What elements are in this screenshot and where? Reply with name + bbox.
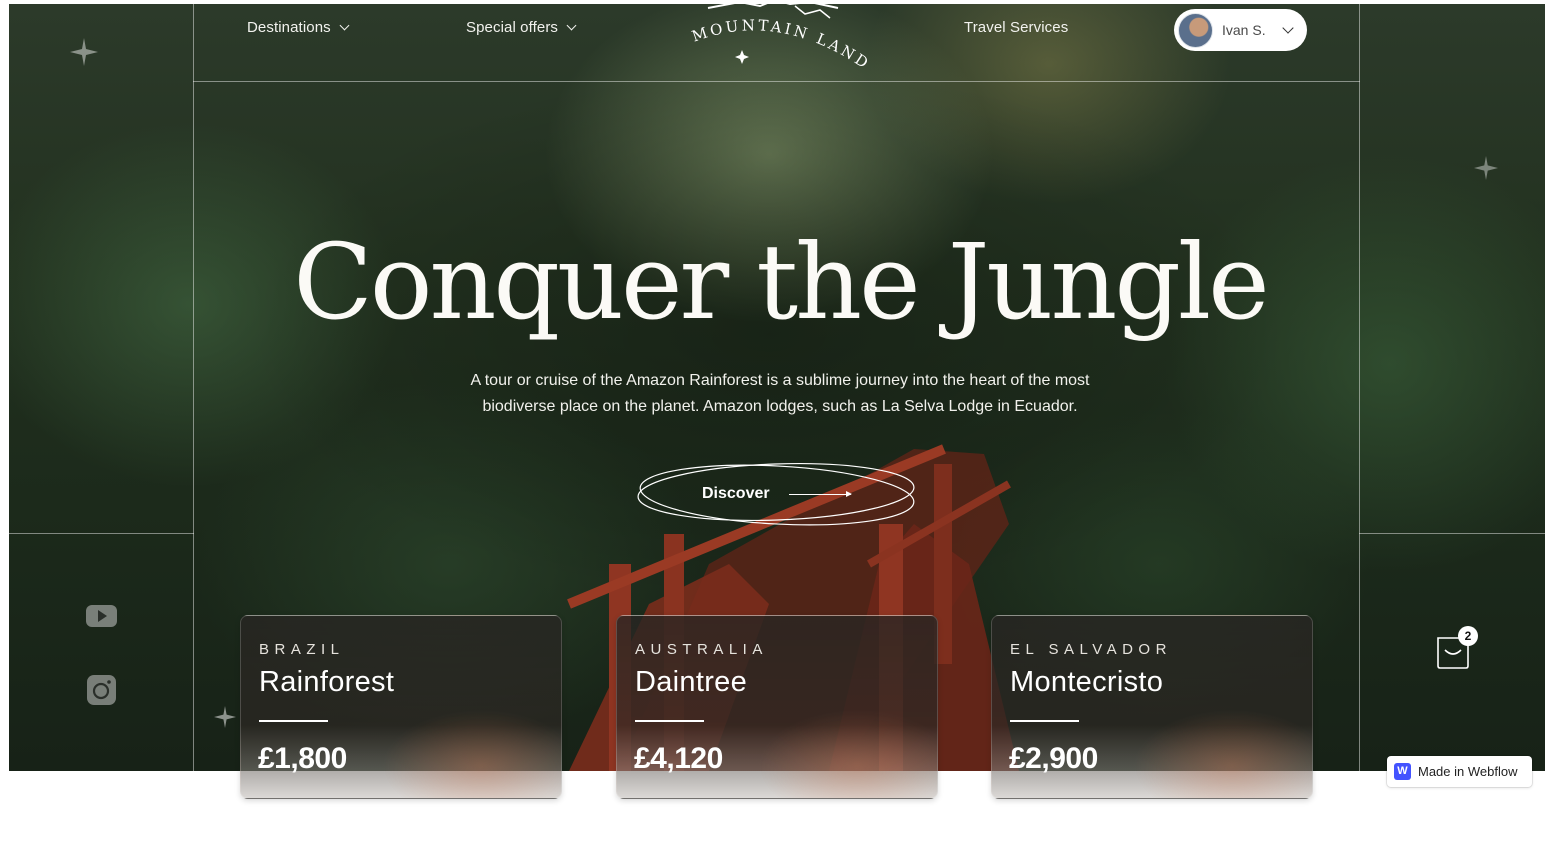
card-place: Rainforest	[259, 666, 395, 698]
user-name: Ivan S.	[1222, 22, 1266, 38]
destination-card[interactable]: AUSTRALIA Daintree £4,120	[616, 615, 938, 799]
hero-description-line-2: biodiverse place on the planet. Amazon l…	[482, 398, 1078, 415]
nav-travel-services-label: Travel Services	[964, 19, 1069, 36]
card-country: BRAZIL	[259, 641, 345, 658]
card-divider	[259, 720, 328, 722]
discover-ellipse-outline	[637, 463, 915, 526]
nav-destinations[interactable]: Destinations	[247, 19, 350, 36]
chevron-down-icon	[566, 20, 577, 31]
card-price: £2,900	[1009, 742, 1098, 775]
chevron-down-icon	[1281, 22, 1294, 34]
instagram-icon[interactable]	[85, 675, 118, 705]
sparkle-icon	[70, 38, 98, 66]
webflow-logo-icon: W	[1394, 763, 1411, 780]
frame-line-left-mid	[9, 533, 194, 534]
frame-line-right	[1359, 4, 1360, 771]
frame-line-left	[193, 4, 194, 771]
nav-travel-services[interactable]: Travel Services	[964, 19, 1068, 36]
hero-headline: Conquer the Jungle	[293, 221, 1269, 343]
user-menu[interactable]: Ivan S.	[1174, 9, 1307, 51]
made-in-webflow-badge[interactable]: W Made in Webflow	[1387, 756, 1532, 787]
frame-line-right-mid	[1359, 533, 1545, 534]
nav-special-offers-label: Special offers	[466, 19, 559, 36]
card-place: Daintree	[635, 666, 748, 698]
card-price: £4,120	[634, 742, 723, 775]
card-place: Montecristo	[1010, 666, 1164, 698]
nav-destinations-label: Destinations	[247, 19, 331, 36]
destination-card[interactable]: EL SALVADOR Montecristo £2,900	[991, 615, 1313, 799]
cart-count-badge: 2	[1458, 626, 1478, 646]
mountain-land-logo[interactable]: MOUNTAIN LAND	[680, 0, 870, 75]
logo-text: MOUNTAIN LAND	[690, 16, 870, 73]
card-country: EL SALVADOR	[1010, 641, 1172, 658]
frame-line-top	[193, 81, 1360, 82]
hero-description: A tour or cruise of the Amazon Rainfores…	[410, 368, 1150, 420]
chevron-down-icon	[339, 20, 350, 31]
card-divider	[1010, 720, 1079, 722]
discover-button[interactable]: Discover	[636, 458, 918, 530]
nav-special-offers[interactable]: Special offers	[466, 19, 577, 36]
destination-card[interactable]: BRAZIL Rainforest £1,800	[240, 615, 562, 799]
card-price: £1,800	[258, 742, 347, 775]
arrow-right-icon	[789, 490, 852, 498]
sparkle-icon	[214, 706, 236, 728]
sparkle-icon	[1474, 156, 1498, 180]
youtube-icon[interactable]	[85, 601, 118, 631]
hero-description-line-1: A tour or cruise of the Amazon Rainfores…	[470, 372, 1090, 389]
webflow-badge-label: Made in Webflow	[1418, 764, 1518, 779]
discover-label: Discover	[702, 485, 770, 502]
avatar	[1178, 12, 1213, 48]
svg-text:MOUNTAIN LAND: MOUNTAIN LAND	[690, 16, 870, 73]
card-country: AUSTRALIA	[635, 641, 768, 658]
card-divider	[635, 720, 704, 722]
